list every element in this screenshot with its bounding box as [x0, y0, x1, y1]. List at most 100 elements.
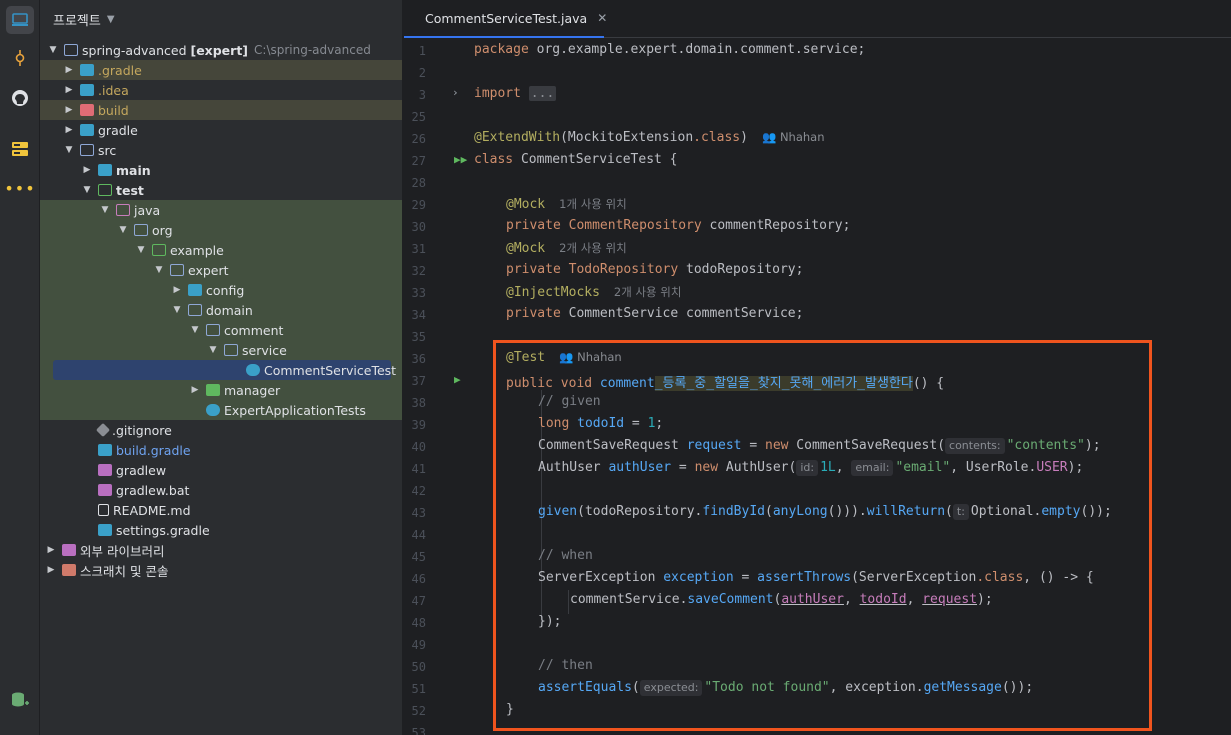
tree-item-src[interactable]: ▼ src [40, 140, 402, 160]
tree-item-gradlew-bat[interactable]: gradlew.bat [40, 480, 402, 500]
tree-item-build[interactable]: ▶ build [40, 100, 402, 120]
tree-label: java [134, 202, 161, 218]
services-icon[interactable] [6, 135, 34, 163]
scratches-icon [62, 564, 76, 576]
line-number: 36 [411, 352, 426, 366]
code-line-47[interactable]: commentService.saveComment(authUser, tod… [570, 592, 993, 607]
tree-item-comment[interactable]: ▼ comment [40, 320, 402, 340]
code-line-48[interactable]: }); [538, 614, 561, 629]
tree-label: domain [206, 302, 253, 318]
database-icon[interactable] [6, 686, 34, 714]
tree-label: settings.gradle [116, 522, 210, 538]
author-hint[interactable]: 👥 Nhahan [559, 350, 622, 364]
code-line-45[interactable]: // when [538, 548, 593, 563]
tree-item-org[interactable]: ▼ org [40, 220, 402, 240]
tree-item-service[interactable]: ▼ service [40, 340, 402, 360]
tree-item-manager[interactable]: ▶ manager [40, 380, 402, 400]
tree-item-scratches[interactable]: ▶ 스크래치 및 콘솔 [40, 560, 402, 580]
tree-item-main[interactable]: ▶ main [40, 160, 402, 180]
tree-item-example[interactable]: ▼ example [40, 240, 402, 260]
tree-item-idea[interactable]: ▶ .idea [40, 80, 402, 100]
code-line-51[interactable]: assertEquals(expected: "Todo not found", … [538, 680, 1033, 696]
fold-expand-icon[interactable]: › [452, 86, 459, 99]
usage-hint[interactable]: 1개 사용 위치 [559, 197, 627, 211]
tree-label: build [98, 102, 129, 118]
tree-item-expert[interactable]: ▼ expert [40, 260, 402, 280]
usage-hint[interactable]: 2개 사용 위치 [559, 241, 627, 255]
tree-label: config [206, 282, 245, 298]
line-number: 1 [418, 44, 426, 58]
code-line-40[interactable]: CommentSaveRequest request = new Comment… [538, 438, 1101, 454]
line-number: 43 [411, 506, 426, 520]
editor: CommentServiceTest.java ✕ 1 2 3 25 26 27 28 29 3… [404, 0, 1231, 735]
line-number: 29 [411, 198, 426, 212]
chevron-right-icon: ▶ [83, 165, 91, 175]
github-icon[interactable] [6, 84, 34, 112]
run-test-icon[interactable]: ▶ [454, 373, 461, 386]
project-panel-header[interactable]: 프로젝트 ▼ [40, 0, 402, 38]
project-view-icon[interactable] [6, 6, 34, 34]
folder-icon [80, 144, 94, 156]
code-line-33[interactable]: @InjectMocks 2개 사용 위치 [506, 284, 681, 300]
tree-item-expert-application-tests[interactable]: ExpertApplicationTests [40, 400, 402, 420]
chevron-down-icon: ▼ [106, 13, 115, 25]
code-line-3[interactable]: import ... [474, 86, 557, 101]
build-folder-icon [80, 104, 94, 116]
usage-hint[interactable]: 2개 사용 위치 [614, 285, 682, 299]
tree-item-config[interactable]: ▶ config [40, 280, 402, 300]
commit-icon[interactable] [6, 44, 34, 72]
code-line-43[interactable]: given(todoRepository.findById(anyLong())… [538, 504, 1112, 520]
tree-item-settings-gradle[interactable]: settings.gradle [40, 520, 402, 540]
tree-label: test [116, 182, 144, 198]
code-line-39[interactable]: long todoId = 1; [538, 416, 663, 431]
line-number: 45 [411, 550, 426, 564]
code-line-52[interactable]: } [506, 702, 514, 717]
tree-item-gradle-dir[interactable]: ▶ .gradle [40, 60, 402, 80]
tree-item-gradlew[interactable]: gradlew [40, 460, 402, 480]
tree-item-root[interactable]: ▼ spring-advanced [expert] C:\spring-adv… [40, 40, 402, 60]
more-icon[interactable]: ••• [4, 175, 34, 203]
code-line-26[interactable]: @ExtendWith(MockitoExtension.class) 👥 Nha… [474, 130, 825, 145]
tree-item-test[interactable]: ▼ test [40, 180, 402, 200]
line-number: 27 [411, 154, 426, 168]
code-line-30[interactable]: private CommentRepository commentReposit… [506, 218, 850, 233]
tree-item-gitignore[interactable]: .gitignore [40, 420, 402, 440]
chevron-right-icon: ▶ [65, 65, 73, 75]
test-class-icon [206, 404, 220, 416]
code-line-34[interactable]: private CommentService commentService; [506, 306, 803, 321]
package-icon [188, 284, 202, 296]
line-number: 47 [411, 594, 426, 608]
code-line-36[interactable]: @Test 👥 Nhahan [506, 350, 622, 365]
chevron-down-icon: ▼ [173, 305, 181, 315]
code-line-38[interactable]: // given [538, 394, 601, 409]
tab-comment-service-test[interactable]: CommentServiceTest.java ✕ [404, 0, 607, 38]
tree-item-java[interactable]: ▼ java [40, 200, 402, 220]
indent-guide [568, 590, 569, 614]
chevron-right-icon: ▶ [191, 385, 199, 395]
code-line-46[interactable]: ServerException exception = assertThrows… [538, 570, 1094, 585]
tree-item-readme[interactable]: README.md [40, 500, 402, 520]
code-line-31[interactable]: @Mock 2개 사용 위치 [506, 240, 627, 256]
tree-label: comment [224, 322, 284, 338]
code-line-29[interactable]: @Mock 1개 사용 위치 [506, 196, 627, 212]
line-number: 49 [411, 638, 426, 652]
chevron-down-icon: ▼ [65, 145, 73, 155]
author-hint[interactable]: 👥 Nhahan [762, 130, 825, 144]
code-line-50[interactable]: // then [538, 658, 593, 673]
tree-label: gradle [98, 122, 138, 138]
code-line-27[interactable]: class CommentServiceTest { [474, 152, 678, 167]
code-line-37[interactable]: public void comment_등록_중_할일을_찾지_못해_에러가_발… [506, 372, 944, 391]
code-line-41[interactable]: AuthUser authUser = new AuthUser(id: 1L, … [538, 460, 1083, 476]
tree-item-gradle[interactable]: ▶ gradle [40, 120, 402, 140]
folded-imports[interactable]: ... [528, 86, 557, 101]
close-icon[interactable]: ✕ [597, 11, 607, 25]
tree-item-external-libraries[interactable]: ▶ 외부 라이브러리 [40, 540, 402, 560]
code-line-32[interactable]: private TodoRepository todoRepository; [506, 262, 803, 277]
tree-item-comment-service-test[interactable]: CommentServiceTest [53, 360, 396, 380]
code-line-1[interactable]: package org.example.expert.domain.commen… [474, 42, 865, 57]
tree-item-build-gradle[interactable]: build.gradle [40, 440, 402, 460]
tree-item-domain[interactable]: ▼ domain [40, 300, 402, 320]
run-all-tests-icon[interactable]: ▶▶ [454, 153, 467, 166]
line-number: 31 [411, 242, 426, 256]
user-icon: 👥 [559, 350, 574, 364]
